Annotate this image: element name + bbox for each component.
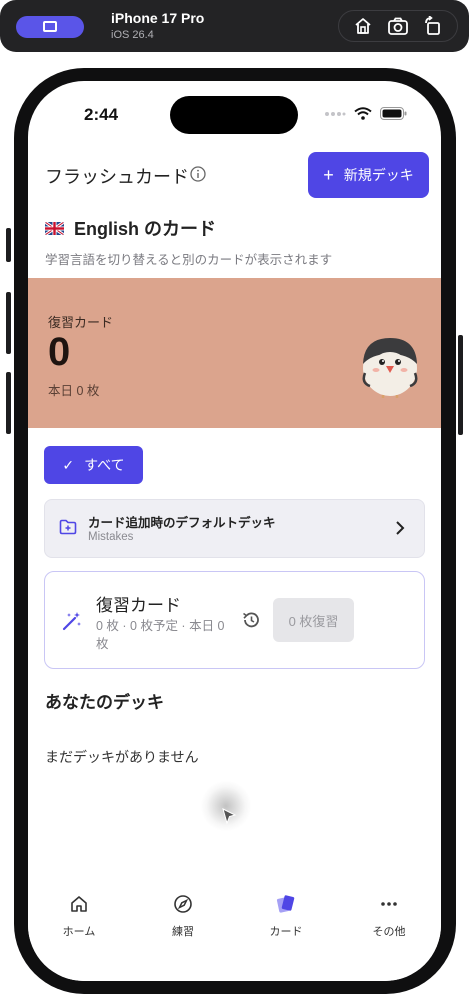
bird-mascot-icon <box>362 338 418 398</box>
filter-all-label: すべて <box>84 457 125 473</box>
tab-practice[interactable]: 練習 <box>143 893 223 939</box>
simulator-controls <box>338 10 458 42</box>
plus-icon: + <box>323 165 334 185</box>
review-card-meta: 0 枚 · 0 枚予定 · 本日 0 枚 <box>96 619 225 651</box>
default-deck-row[interactable]: カード追加時のデフォルトデッキ Mistakes <box>44 499 425 558</box>
review-start-button[interactable]: 0 枚復習 <box>273 598 354 642</box>
action-button <box>6 228 11 262</box>
home-icon[interactable] <box>351 14 375 38</box>
volume-down-button <box>6 372 11 434</box>
screenshot-icon[interactable] <box>386 14 410 38</box>
tab-cards-label: カード <box>269 926 303 938</box>
check-icon: ✓ <box>62 456 75 473</box>
filter-all-button[interactable]: ✓ すべて <box>44 446 143 484</box>
review-banner-count: 0 <box>48 330 71 374</box>
status-icons <box>324 107 407 120</box>
info-icon[interactable] <box>190 166 206 182</box>
signal-dots-icon <box>325 111 346 116</box>
wifi-icon <box>354 107 372 120</box>
magic-wand-icon <box>62 612 81 631</box>
decks-section-title: あなたのデッキ <box>45 693 164 712</box>
os-version: iOS 26.4 <box>111 29 154 41</box>
rotate-icon[interactable] <box>421 14 445 38</box>
page-title: フラッシュカード <box>45 167 189 187</box>
review-card-title: 復習カード <box>96 596 181 615</box>
language-hint: 学習言語を切り替えると別のカードが表示されます <box>45 253 333 267</box>
review-card: 復習カード 0 枚 · 0 枚予定 · 本日 0 枚 0 枚復習 <box>44 571 425 669</box>
power-button <box>458 335 463 435</box>
chevron-right-icon <box>396 521 405 535</box>
cards-icon <box>275 893 297 915</box>
tab-practice-label: 練習 <box>172 926 194 938</box>
tab-home[interactable]: ホーム <box>39 893 119 939</box>
review-banner-today: 本日 0 枚 <box>48 384 100 398</box>
simulator-toolbar: iPhone 17 Pro iOS 26.4 <box>0 0 469 52</box>
history-icon[interactable] <box>241 610 261 630</box>
compass-icon <box>172 893 194 915</box>
tab-more-label: その他 <box>372 926 406 938</box>
tab-cards[interactable]: カード <box>246 893 326 939</box>
new-deck-label: 新規デッキ <box>343 167 414 183</box>
review-banner[interactable]: 復習カード 0 本日 0 枚 <box>28 278 441 428</box>
folder-icon <box>59 519 77 535</box>
simulator-badge[interactable] <box>16 16 84 38</box>
battery-icon <box>380 107 407 120</box>
uk-flag-icon <box>45 221 64 235</box>
language-row: English のカード <box>45 215 216 241</box>
tab-bar: ホーム 練習 カード その他 <box>28 881 441 981</box>
more-icon <box>378 893 400 915</box>
device-name: iPhone 17 Pro <box>111 10 205 26</box>
screen-icon <box>43 21 57 32</box>
tab-home-label: ホーム <box>62 926 96 938</box>
app-screen: 2:44 フラッシュカード + 新規デッキ English のカード 学習言語を… <box>28 81 441 981</box>
pointer-icon <box>222 808 237 825</box>
tab-more[interactable]: その他 <box>349 893 429 939</box>
default-deck-value: Mistakes <box>88 531 134 543</box>
home-icon <box>68 893 90 915</box>
volume-up-button <box>6 292 11 354</box>
new-deck-button[interactable]: + 新規デッキ <box>308 152 429 198</box>
status-time: 2:44 <box>84 105 119 124</box>
dynamic-island <box>170 96 298 134</box>
language-title: English のカード <box>74 219 217 239</box>
decks-empty-message: まだデッキがありません <box>45 749 199 765</box>
default-deck-title: カード追加時のデフォルトデッキ <box>88 516 276 530</box>
review-banner-label: 復習カード <box>48 315 114 330</box>
